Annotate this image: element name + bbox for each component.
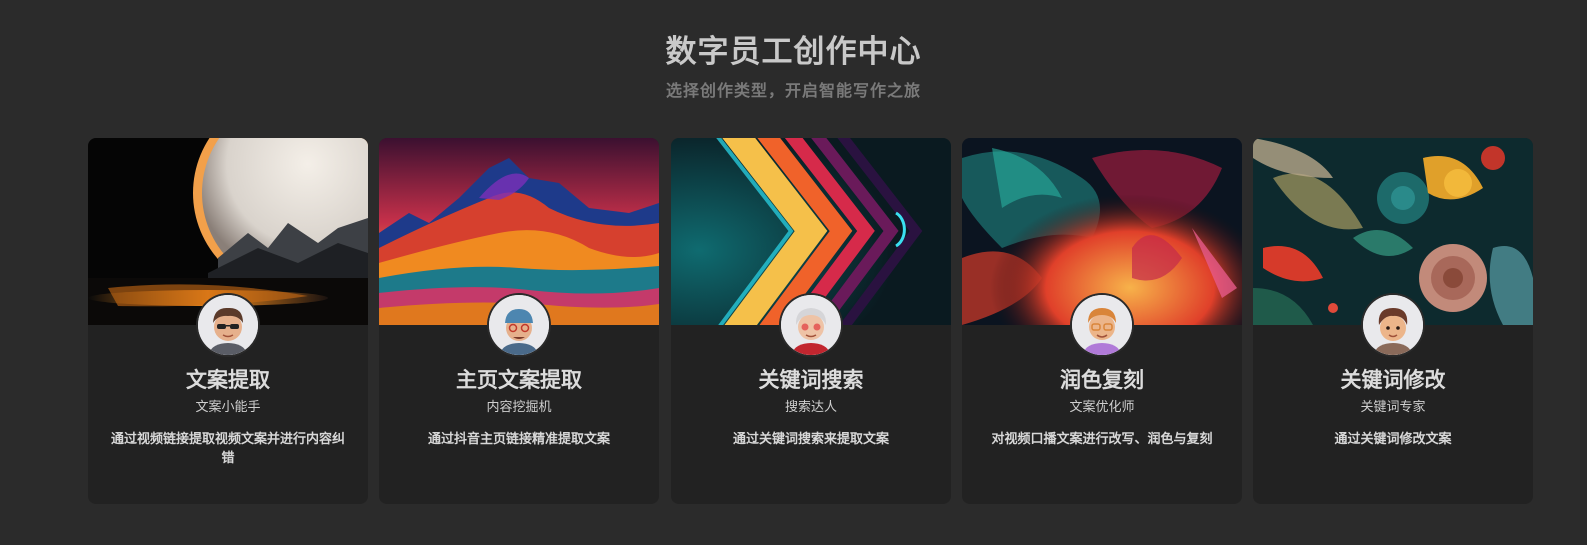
card-description: 通过抖音主页链接精准提取文案	[427, 432, 610, 447]
page-title: 数字员工创作中心	[665, 34, 922, 70]
card-description: 通过关键词搜索来提取文案	[732, 432, 889, 447]
card-title: 关键词修改	[1340, 368, 1446, 392]
card-grid: 文案提取 文案小能手 通过视频链接提取视频文案并进行内容纠错 主页文案提取 内容…	[88, 138, 1535, 504]
card-description: 对视频口播文案进行改写、润色与复刻	[991, 432, 1213, 447]
avatar-cap-icon	[489, 295, 549, 355]
card-role: 文案小能手	[195, 400, 261, 415]
card-title: 润色复刻	[1060, 368, 1144, 392]
avatar-sunglasses-icon	[198, 295, 258, 355]
card-description: 通过关键词修改文案	[1334, 432, 1452, 447]
card-title: 主页文案提取	[456, 368, 582, 392]
card-title: 关键词搜索	[758, 368, 864, 392]
card-polish-rewrite[interactable]: 润色复刻 文案优化师 对视频口播文案进行改写、润色与复刻	[962, 138, 1242, 504]
card-description: 通过视频链接提取视频文案并进行内容纠错	[110, 432, 345, 466]
card-keyword-search[interactable]: 关键词搜索 搜索达人 通过关键词搜索来提取文案	[671, 138, 951, 504]
avatar-grandma-icon	[781, 295, 841, 355]
page-subtitle: 选择创作类型，开启智能写作之旅	[665, 81, 921, 100]
card-homepage-extraction[interactable]: 主页文案提取 内容挖掘机 通过抖音主页链接精准提取文案	[379, 138, 659, 504]
card-title: 文案提取	[186, 368, 270, 392]
card-text-extraction[interactable]: 文案提取 文案小能手 通过视频链接提取视频文案并进行内容纠错	[88, 138, 368, 504]
card-role: 搜索达人	[784, 400, 837, 415]
card-keyword-edit[interactable]: 关键词修改 关键词专家 通过关键词修改文案	[1253, 138, 1533, 504]
avatar-glasses-icon	[1072, 295, 1132, 355]
avatar-boy-icon	[1363, 295, 1423, 355]
card-role: 关键词专家	[1360, 400, 1426, 415]
card-role: 文案优化师	[1069, 400, 1135, 415]
card-role: 内容挖掘机	[486, 400, 552, 415]
